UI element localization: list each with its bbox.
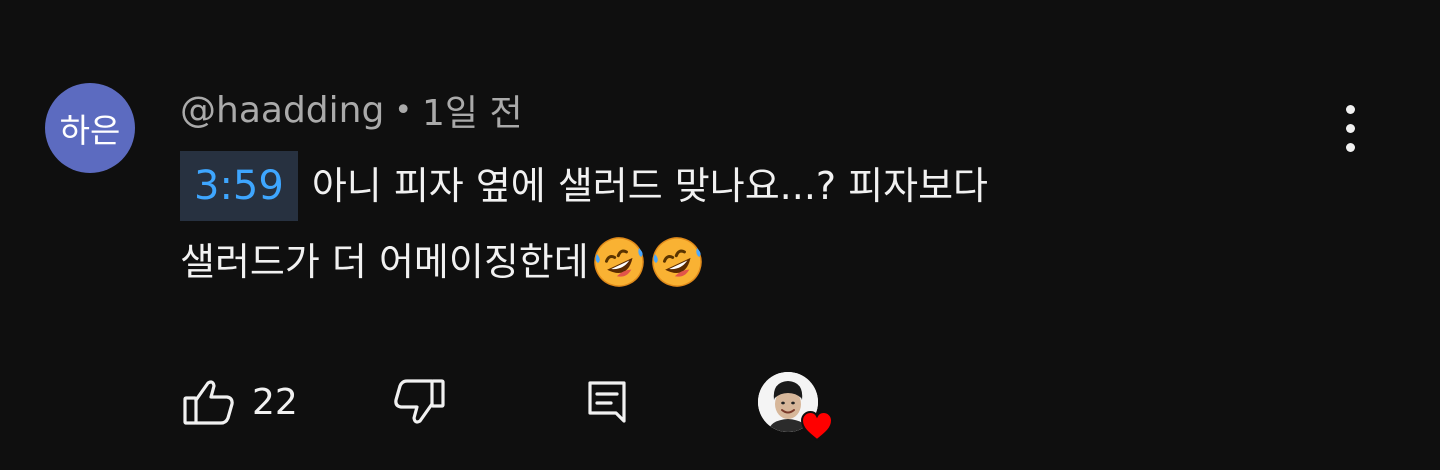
rofl-emoji-icon xyxy=(593,237,644,287)
more-vert-icon xyxy=(1345,104,1355,114)
avatar-initials: 하은 xyxy=(59,111,121,150)
reply-button[interactable] xyxy=(584,370,630,434)
comment-header: @haadding • 1일 전 xyxy=(180,84,523,136)
author-avatar[interactable]: 하은 xyxy=(45,83,135,173)
author-handle[interactable]: @haadding xyxy=(180,90,384,131)
comment-line-1: 3:59 아니 피자 옆에 샐러드 맞나요...? 피자보다 xyxy=(180,148,1310,224)
dislike-button[interactable] xyxy=(390,370,448,434)
more-vert-icon-dot xyxy=(1345,123,1355,133)
timestamp-link[interactable]: 3:59 xyxy=(180,151,298,221)
like-count: 22 xyxy=(252,381,298,423)
creator-heart-badge xyxy=(758,370,834,442)
comment-time[interactable]: 1일 전 xyxy=(422,84,523,136)
reply-icon xyxy=(588,381,626,423)
comment-text-line-1: 아니 피자 옆에 샐러드 맞나요...? 피자보다 xyxy=(311,164,988,208)
like-button[interactable]: 22 xyxy=(180,370,298,434)
thumb-up-icon xyxy=(183,380,234,425)
comment-line-2: 샐러드가 더 어메이징한데 xyxy=(180,224,1310,300)
more-vert-icon-dot xyxy=(1345,142,1355,152)
meta-separator: • xyxy=(394,92,413,128)
creator-avatar xyxy=(758,372,834,442)
heart-icon xyxy=(800,410,834,442)
thumb-down-icon xyxy=(394,379,445,424)
rofl-emoji-icon xyxy=(651,237,702,287)
comment-body: 3:59 아니 피자 옆에 샐러드 맞나요...? 피자보다 샐러드가 더 어메… xyxy=(180,148,1310,300)
comment-text-line-2: 샐러드가 더 어메이징한데 xyxy=(180,240,589,284)
more-options-button[interactable] xyxy=(1326,100,1374,156)
